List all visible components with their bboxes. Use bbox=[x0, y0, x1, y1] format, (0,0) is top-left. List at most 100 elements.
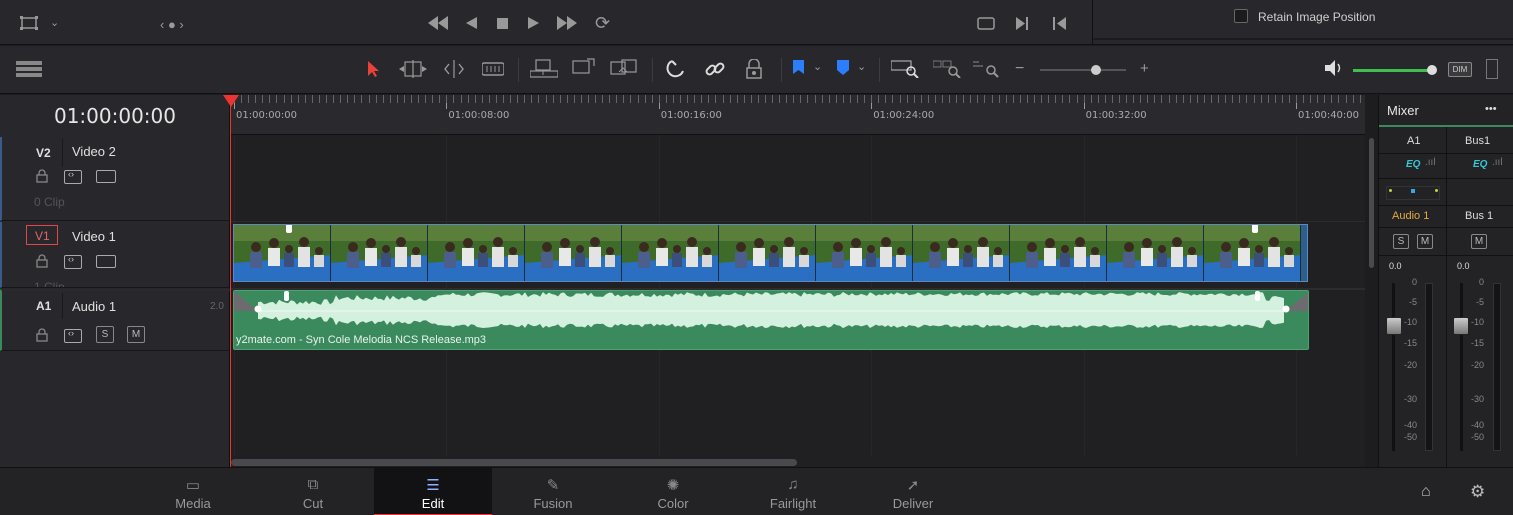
timeline-vertical-scrollbar[interactable] bbox=[1369, 138, 1374, 268]
stop-icon[interactable] bbox=[497, 18, 508, 29]
bus1-eq-icon[interactable]: EQ bbox=[1473, 159, 1487, 170]
a1-solo-button[interactable]: S bbox=[1393, 234, 1409, 249]
page-fusion[interactable]: ✎ Fusion bbox=[494, 468, 612, 515]
marker-chevron-down-icon[interactable]: ⌄ bbox=[857, 62, 866, 73]
chevron-down-icon[interactable]: ⌄ bbox=[50, 18, 59, 29]
track-a1-header[interactable]: A1 Audio 1 2.0 ‹› S M bbox=[0, 289, 230, 351]
playhead-handle[interactable] bbox=[223, 95, 239, 107]
blade-edit-icon[interactable] bbox=[482, 61, 504, 77]
fader-scale-label: 0 bbox=[1478, 277, 1484, 287]
flag-chevron-down-icon[interactable]: ⌄ bbox=[813, 62, 822, 73]
volume-slider[interactable] bbox=[1353, 65, 1437, 75]
page-fairlight[interactable]: ♫ Fairlight bbox=[734, 468, 852, 515]
bus1-fader-knob[interactable] bbox=[1453, 317, 1469, 335]
ruler-minor-tick bbox=[1041, 95, 1043, 103]
volume-slider-handle[interactable] bbox=[1427, 65, 1437, 75]
disable-track-icon[interactable] bbox=[96, 255, 116, 268]
track-name[interactable]: Video 1 bbox=[72, 229, 116, 244]
flag-icon[interactable] bbox=[793, 60, 805, 76]
zoom-slider-handle[interactable] bbox=[1091, 65, 1101, 75]
next-edit-icon[interactable] bbox=[1016, 17, 1029, 30]
ruler-minor-tick bbox=[956, 95, 958, 103]
clip-keyframe-handle[interactable] bbox=[1252, 225, 1258, 233]
settings-gear-icon[interactable]: ⚙ bbox=[1470, 483, 1485, 500]
a1-pan-control[interactable] bbox=[1386, 186, 1440, 200]
ruler-minor-tick bbox=[1182, 95, 1184, 103]
track-name[interactable]: Video 2 bbox=[72, 144, 116, 159]
playhead[interactable] bbox=[230, 95, 231, 467]
ruler-minor-tick bbox=[269, 95, 271, 103]
ruler-minor-tick bbox=[1133, 95, 1135, 103]
prev-edit-icon[interactable] bbox=[1053, 17, 1066, 30]
timeline-view-options-icon[interactable] bbox=[16, 61, 42, 77]
overwrite-clip-icon[interactable] bbox=[572, 58, 596, 78]
clip-nav-icon[interactable]: ‹ ● › bbox=[160, 18, 184, 31]
ruler-minor-tick bbox=[1352, 95, 1354, 103]
page-edit[interactable]: ☰ Edit bbox=[374, 468, 492, 515]
mixer-row-divider bbox=[1379, 255, 1513, 256]
selection-tool-icon[interactable] bbox=[366, 60, 380, 78]
mixer-menu-icon[interactable]: ••• bbox=[1485, 103, 1497, 115]
ruler-minor-tick bbox=[588, 95, 589, 103]
skip-to-start-icon[interactable] bbox=[428, 16, 448, 30]
lock-track-icon[interactable] bbox=[36, 328, 48, 342]
audio-clip[interactable]: y2mate.com - Syn Cole Melodia NCS Releas… bbox=[233, 290, 1309, 350]
loop-icon[interactable]: ⟳ bbox=[595, 14, 610, 32]
timeline-ruler[interactable]: 01:00:00:00 01:00:08:00 01:00:16:00 01:00:2… bbox=[231, 95, 1365, 135]
ruler-minor-tick bbox=[878, 95, 880, 103]
viewer-layout-icon[interactable] bbox=[20, 16, 38, 30]
skip-to-end-icon[interactable] bbox=[557, 16, 577, 30]
dynamic-trim-icon[interactable] bbox=[441, 60, 467, 78]
custom-zoom-icon[interactable] bbox=[973, 60, 1001, 78]
insert-clip-icon[interactable] bbox=[530, 59, 558, 79]
track-v2-header[interactable]: V2 Video 2 ‹› 0 Clip bbox=[0, 137, 230, 221]
zoom-out-icon[interactable]: − bbox=[1015, 61, 1024, 77]
match-frame-icon[interactable] bbox=[977, 17, 995, 30]
lock-track-icon[interactable] bbox=[36, 169, 48, 183]
ruler-minor-tick bbox=[658, 95, 660, 103]
track-id: V1 bbox=[35, 229, 50, 243]
a1-mute-button[interactable]: M bbox=[1417, 234, 1433, 249]
page-media[interactable]: ▭ Media bbox=[134, 468, 252, 515]
solo-button[interactable]: S bbox=[96, 326, 114, 343]
bus1-fader-track bbox=[1460, 283, 1463, 451]
trim-edit-icon[interactable] bbox=[399, 60, 427, 78]
snapping-icon[interactable] bbox=[665, 59, 687, 79]
a1-track-name[interactable]: Audio 1 bbox=[1392, 210, 1429, 222]
a1-fader-knob[interactable] bbox=[1386, 317, 1402, 335]
linked-selection-icon[interactable] bbox=[704, 59, 726, 79]
timeline-timecode[interactable]: 01:00:00:00 bbox=[0, 95, 230, 135]
bus1-track-name[interactable]: Bus 1 bbox=[1465, 210, 1493, 222]
play-reverse-icon[interactable] bbox=[466, 17, 477, 29]
page-cut[interactable]: ⧉ Cut bbox=[254, 468, 372, 515]
video-clip[interactable] bbox=[233, 224, 1308, 282]
position-lock-icon[interactable] bbox=[745, 59, 763, 79]
ruler-minor-tick bbox=[1239, 95, 1241, 103]
disable-track-icon[interactable] bbox=[96, 170, 116, 183]
ruler-minor-tick bbox=[963, 95, 965, 103]
track-v1-header[interactable]: V1 Video 1 ‹› 1 Clip bbox=[0, 222, 230, 288]
replace-clip-icon[interactable] bbox=[610, 58, 638, 78]
lock-track-icon[interactable] bbox=[36, 254, 48, 268]
bus1-mute-button[interactable]: M bbox=[1471, 234, 1487, 249]
zoom-slider[interactable] bbox=[1040, 65, 1126, 75]
zoom-in-icon[interactable]: + bbox=[1140, 61, 1149, 76]
dim-button[interactable]: DIM bbox=[1448, 62, 1472, 77]
home-icon[interactable]: ⌂ bbox=[1421, 484, 1431, 500]
video-thumbnail bbox=[913, 225, 1010, 281]
play-icon[interactable] bbox=[528, 17, 539, 29]
page-color[interactable]: ✺ Color bbox=[614, 468, 732, 515]
marker-icon[interactable] bbox=[837, 60, 849, 75]
full-zoom-icon[interactable] bbox=[891, 60, 919, 78]
mute-button[interactable]: M bbox=[127, 326, 145, 343]
speaker-icon[interactable] bbox=[1325, 60, 1345, 76]
track-name[interactable]: Audio 1 bbox=[72, 299, 116, 314]
meter-toggle-icon[interactable] bbox=[1486, 59, 1498, 79]
retain-image-position-checkbox[interactable] bbox=[1234, 9, 1248, 23]
timeline-horizontal-scrollbar[interactable] bbox=[231, 459, 797, 466]
page-deliver[interactable]: ➚ Deliver bbox=[854, 468, 972, 515]
clip-keyframe-handle[interactable] bbox=[286, 225, 292, 233]
a1-eq-icon[interactable]: EQ bbox=[1406, 159, 1420, 170]
detail-zoom-icon[interactable] bbox=[933, 60, 961, 78]
ruler-minor-tick bbox=[276, 95, 278, 103]
